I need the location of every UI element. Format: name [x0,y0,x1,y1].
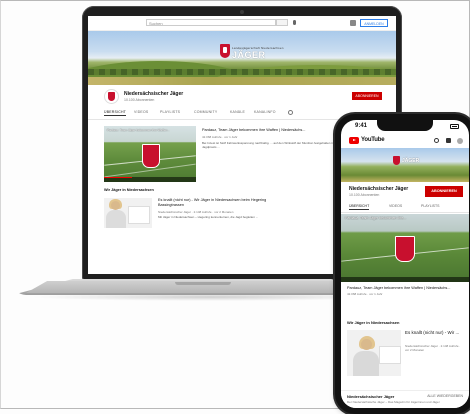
mini-player-bar [341,390,469,408]
subscriber-count: 10.100 Abonnenten [124,98,155,102]
search-input[interactable]: Suchen [146,19,276,26]
webcam-icon [240,10,244,14]
cast-icon[interactable] [446,138,451,143]
avatar[interactable] [104,89,119,104]
status-time: 9:41 [355,123,368,129]
laptop-opening-notch [175,282,231,285]
featured-video-meta: 42.068 Aufrufe · vor 1 Jahr [347,292,383,296]
youtube-logo-icon[interactable] [349,137,359,144]
tab-playlists[interactable]: PLAYLISTS [421,204,439,208]
channel-banner: Landesjägerschaft Niedersachsen JÄGER [88,31,396,85]
tab-community[interactable]: COMMUNITY [194,110,217,114]
video-overlay-title: Pardauz, Team Jäger bekommen ihre... [345,216,407,220]
video-overlay-title: Pardauz, Team Jäger bekommen ihre Waffen… [107,128,170,132]
search-icon[interactable] [434,138,439,143]
account-icon[interactable] [457,138,463,144]
microphone-icon[interactable] [293,20,296,25]
featured-video-player[interactable]: Pardauz, Team Jäger bekommen ihre Waffen… [104,126,196,182]
playlist-channel-name: Niedersächsischer Jäger [347,394,395,399]
tab-overview[interactable]: ÜBERSICHT [104,110,127,116]
phone-notch [377,120,433,131]
featured-video-meta: 42.068 Aufrufe · vor 1 Jahr [202,135,238,139]
search-icon[interactable] [288,110,293,115]
featured-video-title[interactable]: Pardauz, Team Jäger bekommen ihre Waffen… [347,286,463,291]
playlist-description: Der Niedersächsische Jäger – Das Magazin… [347,400,440,404]
featured-video-title[interactable]: Pardauz, Team Jäger bekommen ihre Waffen… [202,128,352,133]
channel-header: Niedersächsischer Jäger 10.100 Abonnente… [88,85,396,109]
shield-icon [393,156,400,165]
channel-logo: Landesjägerschaft Niedersachsen JÄGER [220,43,283,65]
phone-screen: 9:41 YouTube JÄGER Niedersächsischer Jäg… [341,120,469,408]
shield-icon [220,44,230,58]
video-thumbnail[interactable] [347,330,401,376]
banner-logo-text: JÄGER [402,158,420,164]
tab-playlists[interactable]: PLAYLISTS [160,110,180,114]
logo-title: JÄGER [232,50,266,60]
subscribe-button[interactable]: ABONNIEREN [352,92,382,100]
video-title[interactable]: Es knallt (nicht nur) - Wir ... [405,330,463,336]
video-description: Mit Jäger in Niedersachsen – Hegering ke… [158,215,259,219]
battery-icon [450,124,459,129]
apps-icon[interactable] [350,20,356,26]
youtube-topbar: Suchen ANMELDEN [88,16,396,31]
search-button[interactable] [276,19,288,26]
tab-videos[interactable]: VIDEOS [389,204,402,208]
featured-video-player[interactable]: Pardauz, Team Jäger bekommen ihre... [341,214,469,282]
section-title[interactable]: Wir Jäger in Niedersachsen [104,188,154,192]
youtube-logo-text: YouTube [361,137,385,143]
channel-banner: JÄGER [341,148,469,182]
play-all-button[interactable]: ALLE WIEDERGEBEN [427,394,463,398]
youtube-topbar: YouTube [341,134,469,149]
shield-icon [395,236,415,262]
video-title[interactable]: Es knallt (nicht nur) - Wir Jäger in Nie… [158,198,278,208]
video-controls[interactable] [104,177,196,182]
video-controls[interactable] [341,277,469,282]
tab-about[interactable]: KANALINFO [254,110,276,114]
channel-tabs: ÜBERSICHT VIDEOS PLAYLISTS [341,202,469,213]
video-meta: Niedersächsischer Jäger · 2.148 Aufrufe … [158,210,234,214]
section-title[interactable]: Wir Jäger in Niedersachsen [347,320,399,325]
tab-videos[interactable]: VIDEOS [134,110,148,114]
channel-name: Niedersächsischer Jäger [349,186,409,192]
subscribe-button[interactable]: ABONNIEREN [425,186,463,197]
tab-channels[interactable]: KANÄLE [230,110,245,114]
tab-overview[interactable]: ÜBERSICHT [349,204,370,210]
shield-icon [142,144,160,168]
subscriber-count: 10.100 Abonnenten [349,193,380,197]
video-meta: Niedersächsischer Jäger · 2.148 Aufrufe … [405,344,461,352]
channel-name: Niedersächsischer Jäger [124,91,184,97]
video-thumbnail[interactable] [104,198,152,228]
phone: 9:41 YouTube JÄGER Niedersächsischer Jäg… [335,114,470,414]
signin-button[interactable]: ANMELDEN [360,19,388,27]
featured-video-description: Bei Inzest ist Stoff Fahrwerksspannung n… [202,141,339,149]
